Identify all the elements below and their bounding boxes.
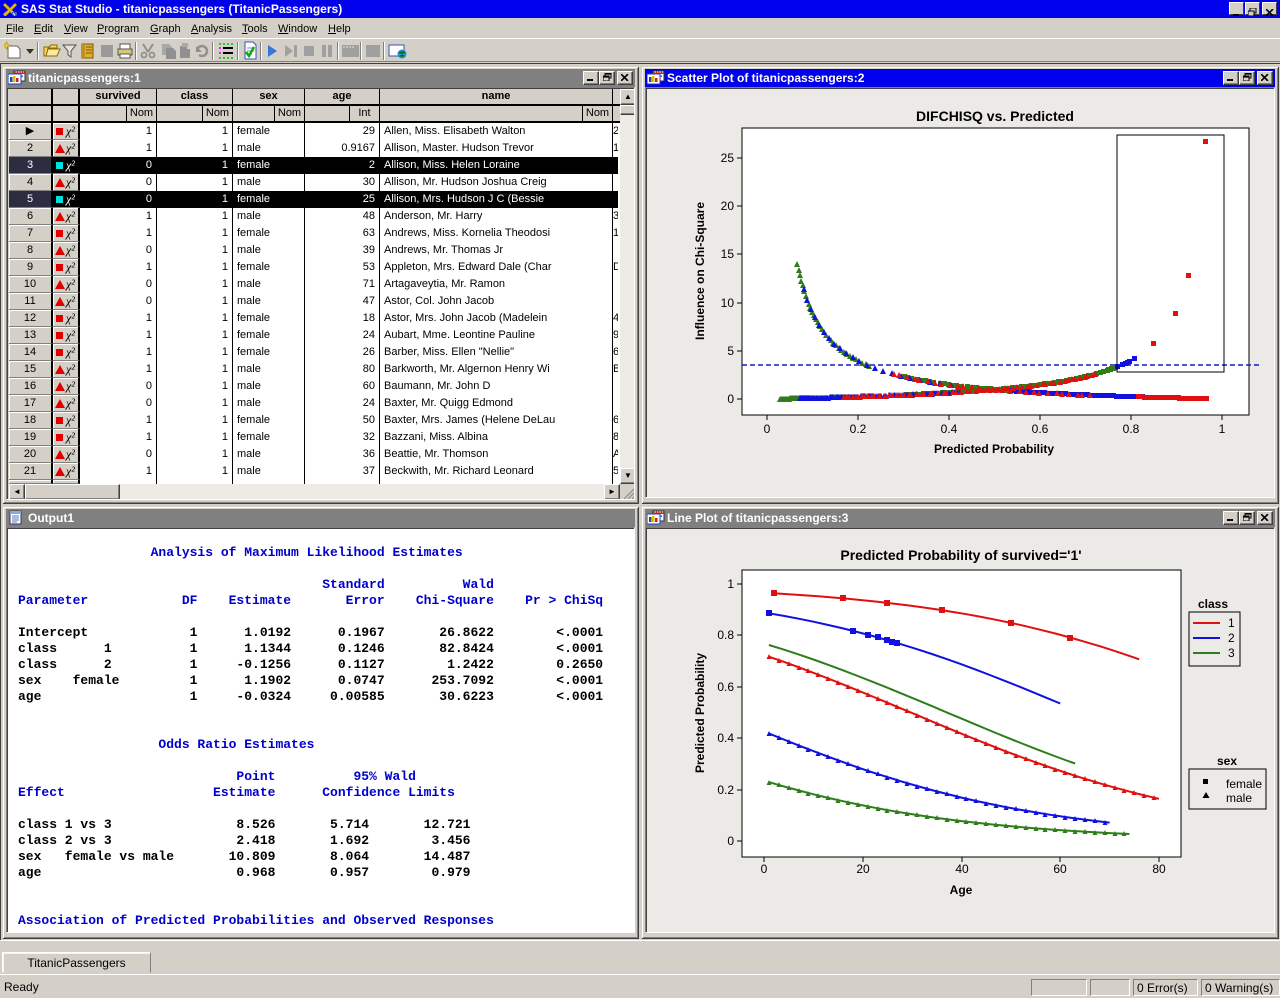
svg-text:5: 5 (727, 344, 734, 358)
svg-text:25: 25 (721, 151, 735, 165)
svg-text:Age: Age (950, 883, 973, 897)
svg-text:0: 0 (764, 422, 771, 436)
svg-text:0: 0 (727, 392, 734, 406)
svg-text:10: 10 (721, 296, 735, 310)
svg-text:15: 15 (721, 247, 735, 261)
svg-text:1: 1 (1228, 616, 1235, 630)
svg-text:0.6: 0.6 (717, 680, 734, 694)
svg-text:3: 3 (1228, 646, 1235, 660)
svg-text:20: 20 (856, 862, 870, 876)
svg-text:Predicted Probability of survi: Predicted Probability of survived='1' (840, 547, 1081, 563)
svg-text:80: 80 (1152, 862, 1166, 876)
svg-text:sex: sex (1217, 754, 1237, 768)
svg-text:Predicted Probability: Predicted Probability (693, 653, 707, 773)
svg-text:2: 2 (1228, 631, 1235, 645)
svg-text:0.8: 0.8 (1123, 422, 1140, 436)
svg-text:Predicted Probability: Predicted Probability (934, 442, 1054, 456)
svg-text:DIFCHISQ vs. Predicted: DIFCHISQ vs. Predicted (916, 108, 1074, 124)
svg-text:20: 20 (721, 199, 735, 213)
svg-text:0: 0 (727, 834, 734, 848)
svg-text:female: female (1226, 777, 1262, 791)
svg-text:1: 1 (727, 577, 734, 591)
svg-text:0.2: 0.2 (717, 783, 734, 797)
svg-text:male: male (1226, 791, 1252, 805)
svg-text:0: 0 (761, 862, 768, 876)
svg-text:0.4: 0.4 (717, 731, 734, 745)
svg-text:0.8: 0.8 (717, 628, 734, 642)
svg-text:0.4: 0.4 (941, 422, 958, 436)
svg-text:60: 60 (1053, 862, 1067, 876)
svg-text:0.2: 0.2 (850, 422, 867, 436)
svg-text:40: 40 (955, 862, 969, 876)
svg-text:0.6: 0.6 (1032, 422, 1049, 436)
svg-text:1: 1 (1219, 422, 1226, 436)
svg-text:Influence on Chi-Square: Influence on Chi-Square (693, 202, 707, 340)
svg-text:class: class (1198, 597, 1228, 611)
